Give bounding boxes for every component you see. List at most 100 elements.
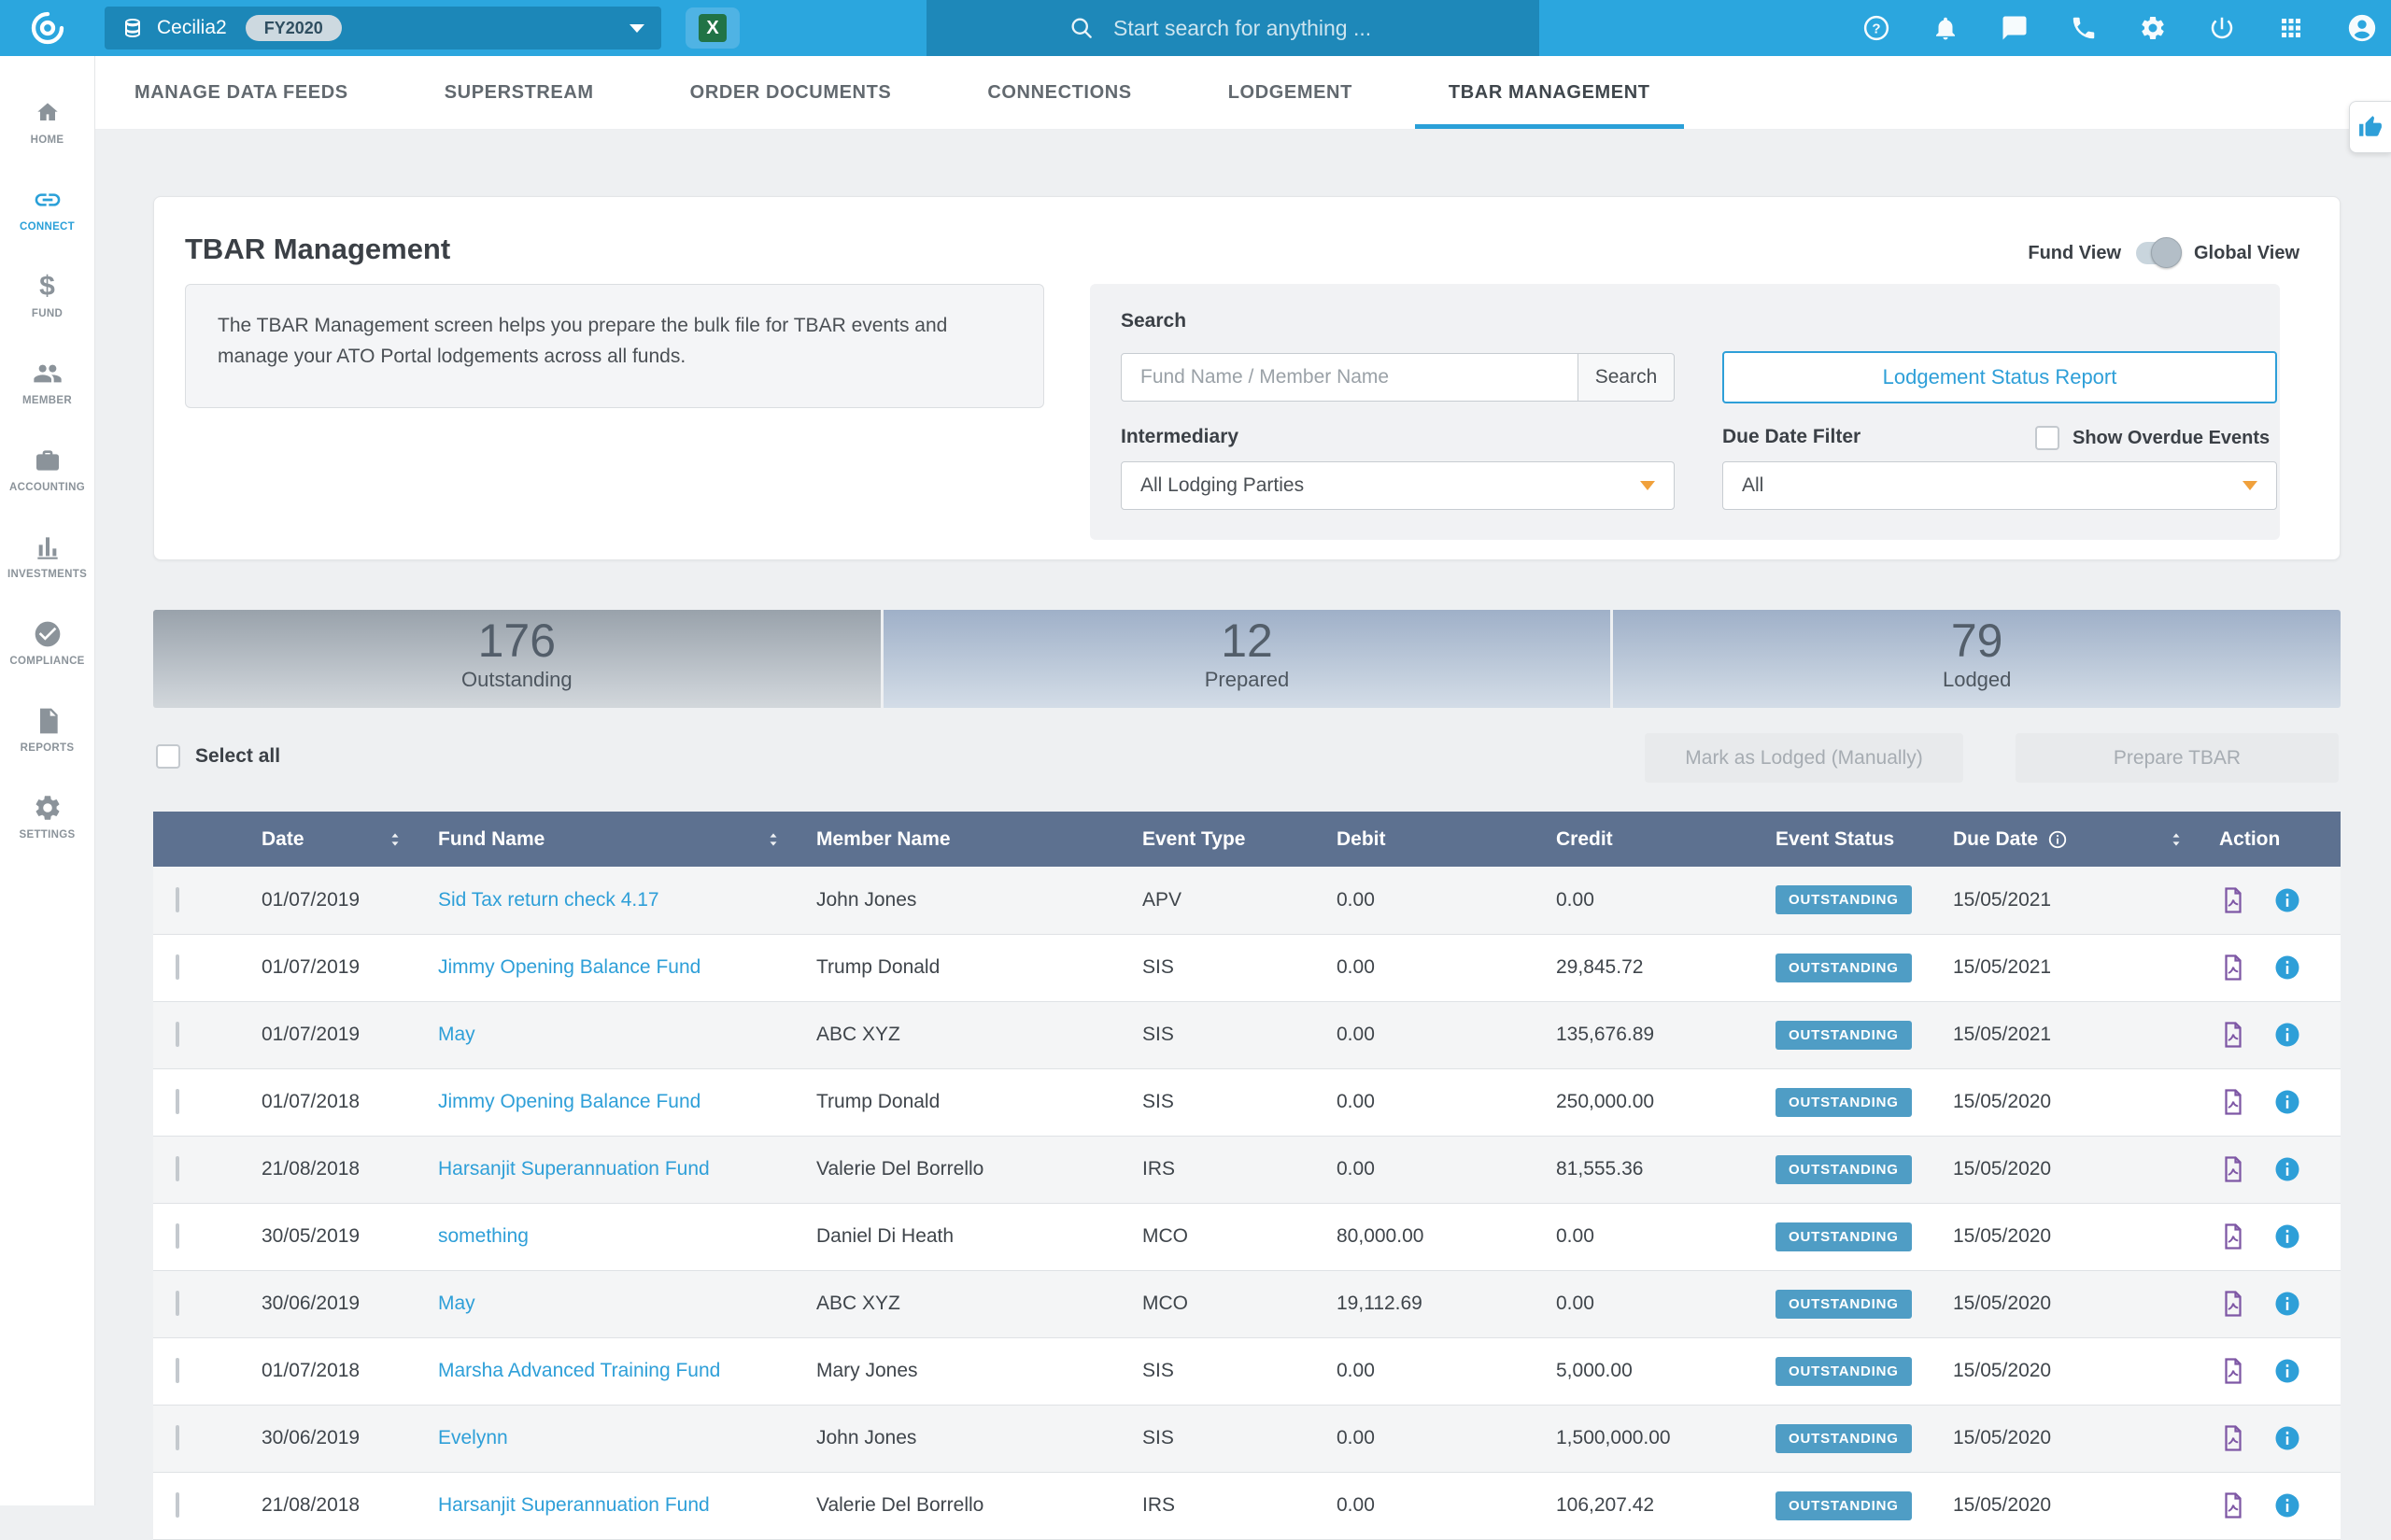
power-icon[interactable] [2208,14,2236,42]
fund-name-link[interactable]: Jimmy Opening Balance Fund [438,956,700,978]
row-checkbox[interactable] [176,954,179,980]
sidebar-item-reports[interactable]: REPORTS [0,686,94,773]
row-checkbox[interactable] [176,1089,179,1114]
sort-icon[interactable] [2167,828,2186,851]
excel-export-button[interactable]: X [686,7,740,49]
pdf-icon[interactable] [2219,953,2247,982]
database-icon [121,17,144,39]
pdf-icon[interactable] [2219,1356,2247,1386]
info-icon[interactable] [2273,1357,2301,1385]
app-logo[interactable] [0,9,95,47]
sidebar-item-connect[interactable]: CONNECT [0,165,94,252]
row-checkbox[interactable] [176,887,179,912]
pdf-icon[interactable] [2219,1222,2247,1251]
sort-icon[interactable] [764,828,783,851]
info-icon[interactable] [2273,1491,2301,1519]
fund-name-link[interactable]: Marsha Advanced Training Fund [438,1360,720,1381]
fund-name-link[interactable]: May [438,1293,475,1314]
stat-outstanding-label: Outstanding [461,668,573,692]
fund-member-search-input[interactable] [1121,353,1578,402]
sort-icon[interactable] [386,828,404,851]
stat-prepared-value: 12 [1221,615,1273,667]
pdf-icon[interactable] [2219,1154,2247,1184]
sidebar-item-member[interactable]: MEMBER [0,339,94,426]
feedback-button[interactable] [2349,101,2391,153]
sidebar-item-compliance[interactable]: COMPLIANCE [0,600,94,686]
info-icon[interactable] [2273,1424,2301,1452]
apps-grid-icon[interactable] [2277,14,2305,42]
row-credit: 0.00 [1532,1270,1751,1337]
chat-icon[interactable] [2001,14,2029,42]
fund-name-link[interactable]: Evelynn [438,1427,508,1448]
prepare-tbar-button[interactable]: Prepare TBAR [2016,733,2339,783]
view-toggle-switch[interactable] [2136,242,2179,264]
tab-order-documents[interactable]: ORDER DOCUMENTS [657,56,926,129]
tab-tbar-management[interactable]: TBAR MANAGEMENT [1415,56,1684,129]
status-badge: OUTSTANDING [1776,1222,1912,1251]
stat-outstanding[interactable]: 176 Outstanding [153,610,881,708]
info-icon[interactable] [2273,1155,2301,1183]
row-checkbox[interactable] [176,1358,179,1383]
col-date[interactable]: Date [237,812,414,867]
intermediary-dropdown[interactable]: All Lodging Parties [1121,461,1675,510]
row-debit: 0.00 [1312,1136,1532,1203]
row-event-type: SIS [1118,1405,1312,1472]
select-all-checkbox[interactable] [156,744,180,769]
fund-name-link[interactable]: May [438,1024,475,1045]
info-icon[interactable] [2273,1290,2301,1318]
settings-icon[interactable] [2139,14,2167,42]
row-checkbox[interactable] [176,1156,179,1181]
stat-prepared[interactable]: 12 Prepared [884,610,1611,708]
col-due-date[interactable]: Due Date [1929,812,2195,867]
fund-selector[interactable]: Cecilia2 FY2020 [105,7,661,49]
pdf-icon[interactable] [2219,1289,2247,1319]
search-button[interactable]: Search [1577,353,1675,402]
pdf-icon[interactable] [2219,1491,2247,1520]
info-icon[interactable] [2273,1088,2301,1116]
sidebar-item-fund[interactable]: $ FUND [0,252,94,339]
mark-as-lodged-button[interactable]: Mark as Lodged (Manually) [1645,733,1963,783]
info-icon[interactable] [2047,829,2068,850]
row-checkbox[interactable] [176,1291,179,1316]
phone-icon[interactable] [2070,14,2098,42]
lodgement-status-report-button[interactable]: Lodgement Status Report [1722,351,2277,403]
account-icon[interactable] [2346,12,2378,44]
info-icon[interactable] [2273,1021,2301,1049]
col-fund-name[interactable]: Fund Name [414,812,792,867]
tab-connections[interactable]: CONNECTIONS [954,56,1165,129]
pdf-icon[interactable] [2219,1020,2247,1050]
info-icon[interactable] [2273,1222,2301,1250]
excel-icon: X [699,14,727,42]
stat-lodged[interactable]: 79 Lodged [1613,610,2341,708]
fund-name-link[interactable]: Jimmy Opening Balance Fund [438,1091,700,1112]
row-checkbox[interactable] [176,1223,179,1249]
tab-lodgement[interactable]: LODGEMENT [1195,56,1386,129]
row-date: 21/08/2018 [237,1472,414,1539]
show-overdue-checkbox[interactable] [2035,426,2059,450]
info-icon[interactable] [2273,886,2301,914]
sidebar-item-settings[interactable]: SETTINGS [0,773,94,860]
global-search-input[interactable] [1111,15,1507,42]
due-date-filter-label: Due Date Filter [1722,426,1860,448]
status-badge: OUTSTANDING [1776,1424,1912,1453]
notifications-icon[interactable] [1931,14,1959,42]
pdf-icon[interactable] [2219,1423,2247,1453]
info-icon[interactable] [2273,954,2301,982]
fund-name-link[interactable]: something [438,1225,529,1247]
intermediary-value: All Lodging Parties [1140,474,1304,497]
fund-name-link[interactable]: Sid Tax return check 4.17 [438,889,659,911]
sidebar-item-accounting[interactable]: ACCOUNTING [0,426,94,513]
help-icon[interactable]: ? [1862,14,1890,42]
due-date-dropdown[interactable]: All [1722,461,2277,510]
svg-text:?: ? [1872,21,1880,37]
sidebar-item-home[interactable]: HOME [0,78,94,165]
row-checkbox[interactable] [176,1022,179,1047]
sidebar-item-investments[interactable]: INVESTMENTS [0,513,94,600]
row-checkbox[interactable] [176,1425,179,1450]
row-debit: 0.00 [1312,1001,1532,1068]
fund-name-link[interactable]: Harsanjit Superannuation Fund [438,1158,710,1180]
pdf-icon[interactable] [2219,885,2247,915]
tab-manage-data-feeds[interactable]: MANAGE DATA FEEDS [101,56,382,129]
pdf-icon[interactable] [2219,1087,2247,1117]
tab-superstream[interactable]: SUPERSTREAM [411,56,628,129]
